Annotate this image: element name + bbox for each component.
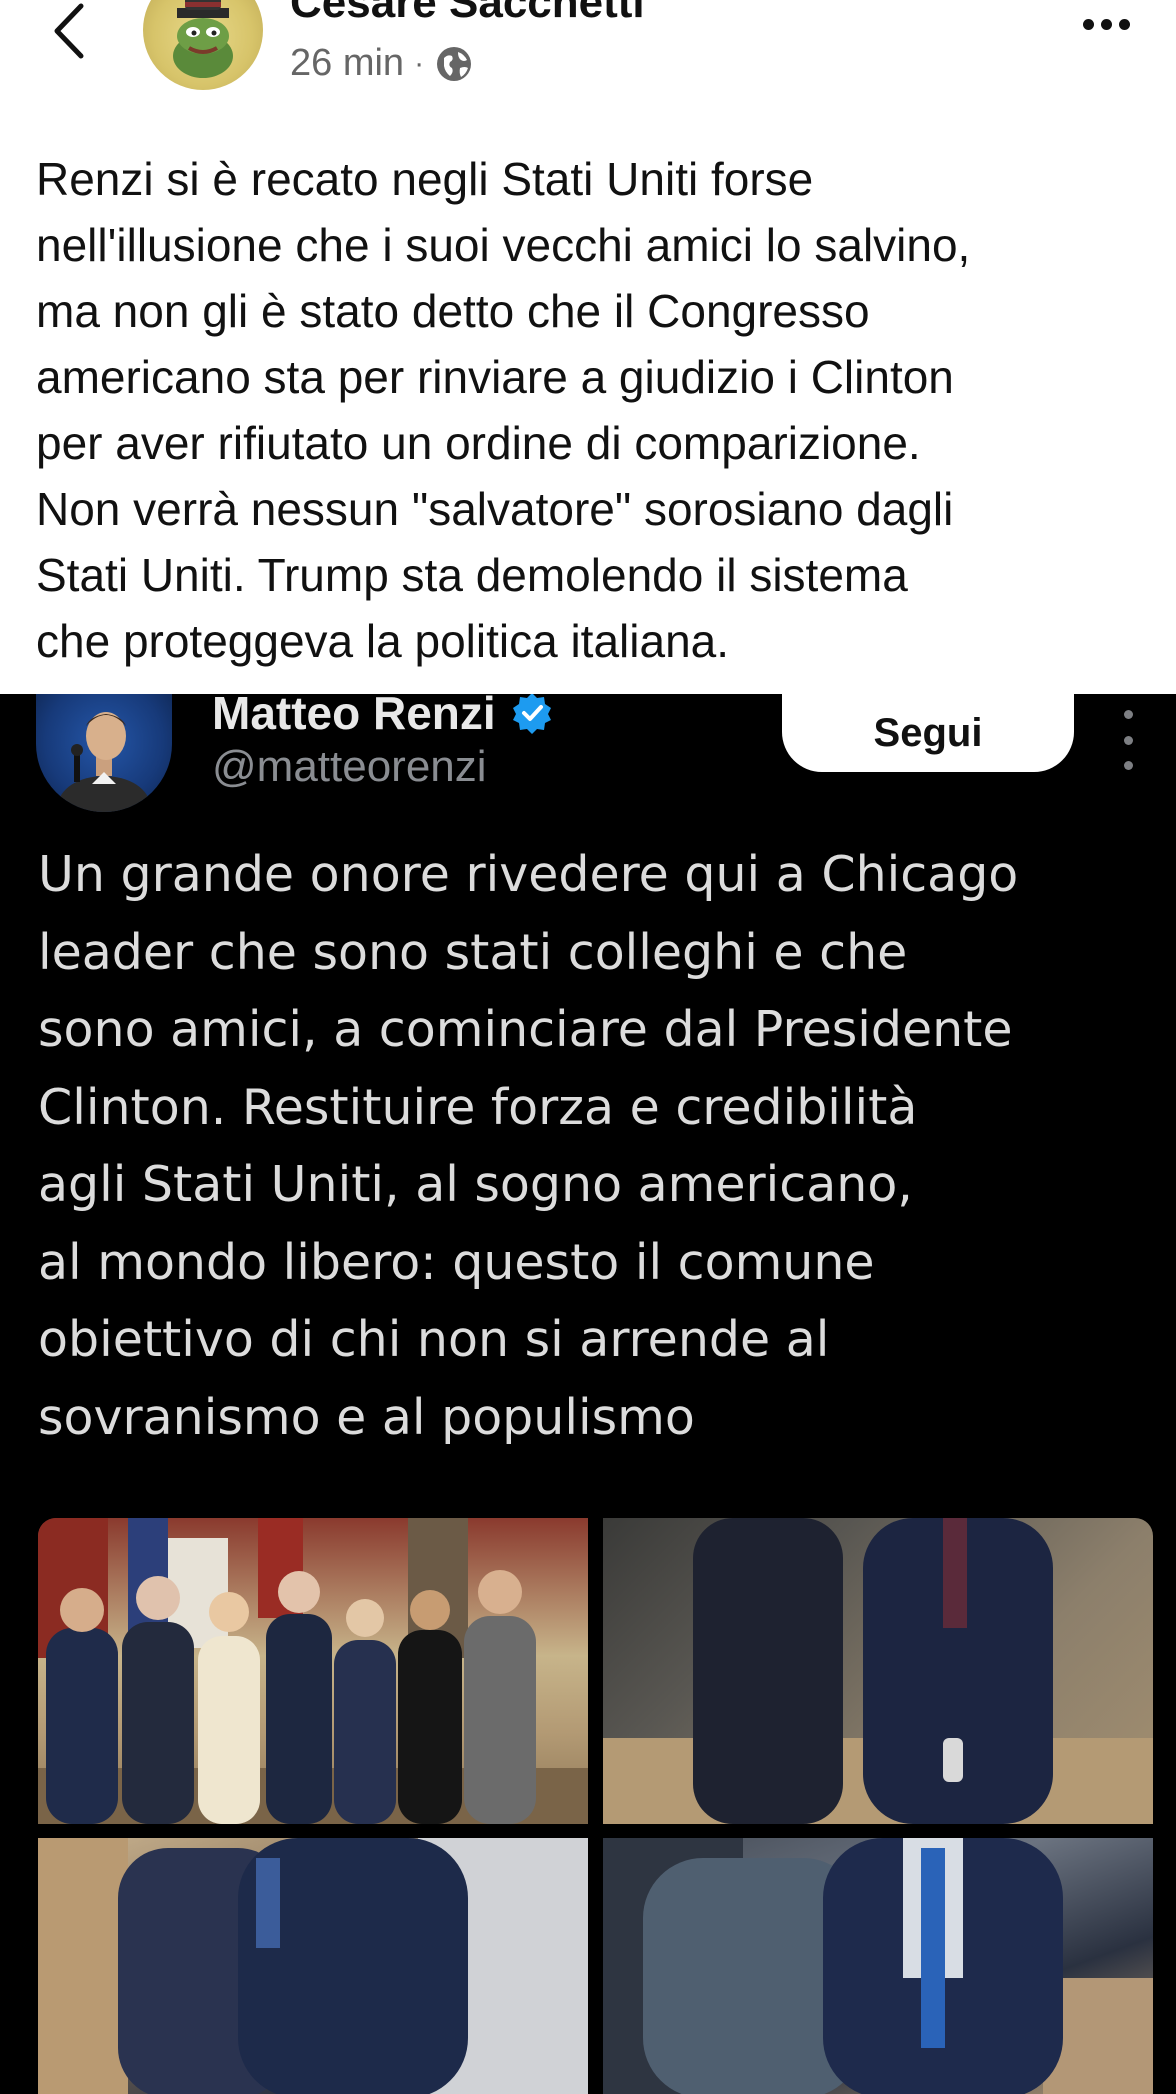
dot-icon bbox=[1082, 18, 1094, 30]
dot-icon bbox=[1100, 18, 1112, 30]
globe-icon bbox=[437, 46, 472, 81]
meta-separator: · bbox=[414, 46, 425, 80]
tweet-text: Un grande onore rivedere qui a Chicago l… bbox=[38, 846, 1019, 1446]
dot-icon bbox=[1118, 18, 1130, 30]
tweet-photo-conversation[interactable] bbox=[603, 1838, 1153, 2094]
chevron-left-icon bbox=[54, 3, 84, 59]
post-meta: 26 min · bbox=[290, 42, 474, 85]
dot-icon bbox=[1123, 761, 1133, 770]
tweet-handle[interactable]: @matteorenzi bbox=[212, 742, 487, 792]
dot-icon bbox=[1123, 710, 1133, 719]
verified-badge-icon bbox=[512, 694, 551, 734]
tweet-photo-group[interactable] bbox=[38, 1518, 588, 1824]
tweet-photo-handshake[interactable] bbox=[603, 1518, 1153, 1824]
tweet-author-label: Matteo Renzi bbox=[212, 694, 496, 739]
back-button[interactable] bbox=[44, 0, 94, 62]
shared-tweet-image[interactable]: Matteo Renzi @matteorenzi Segui Un grand… bbox=[0, 694, 1176, 2094]
post-time[interactable]: 26 min bbox=[290, 42, 404, 85]
tweet-more-icon[interactable] bbox=[1118, 710, 1138, 770]
author-name[interactable]: Cesare Sacchetti bbox=[290, 0, 645, 28]
author-avatar[interactable] bbox=[143, 0, 263, 90]
tweet-author-name[interactable]: Matteo Renzi bbox=[212, 694, 554, 740]
post-header: Cesare Sacchetti 26 min · bbox=[0, 0, 1176, 110]
post-text: Renzi si è recato negli Stati Uniti fors… bbox=[36, 153, 971, 667]
dot-icon bbox=[1123, 735, 1133, 745]
tweet-photo-hug[interactable] bbox=[38, 1838, 588, 2094]
follow-button[interactable]: Segui bbox=[782, 694, 1074, 772]
more-options-button[interactable] bbox=[1076, 4, 1136, 44]
tweet-avatar[interactable] bbox=[36, 694, 172, 812]
